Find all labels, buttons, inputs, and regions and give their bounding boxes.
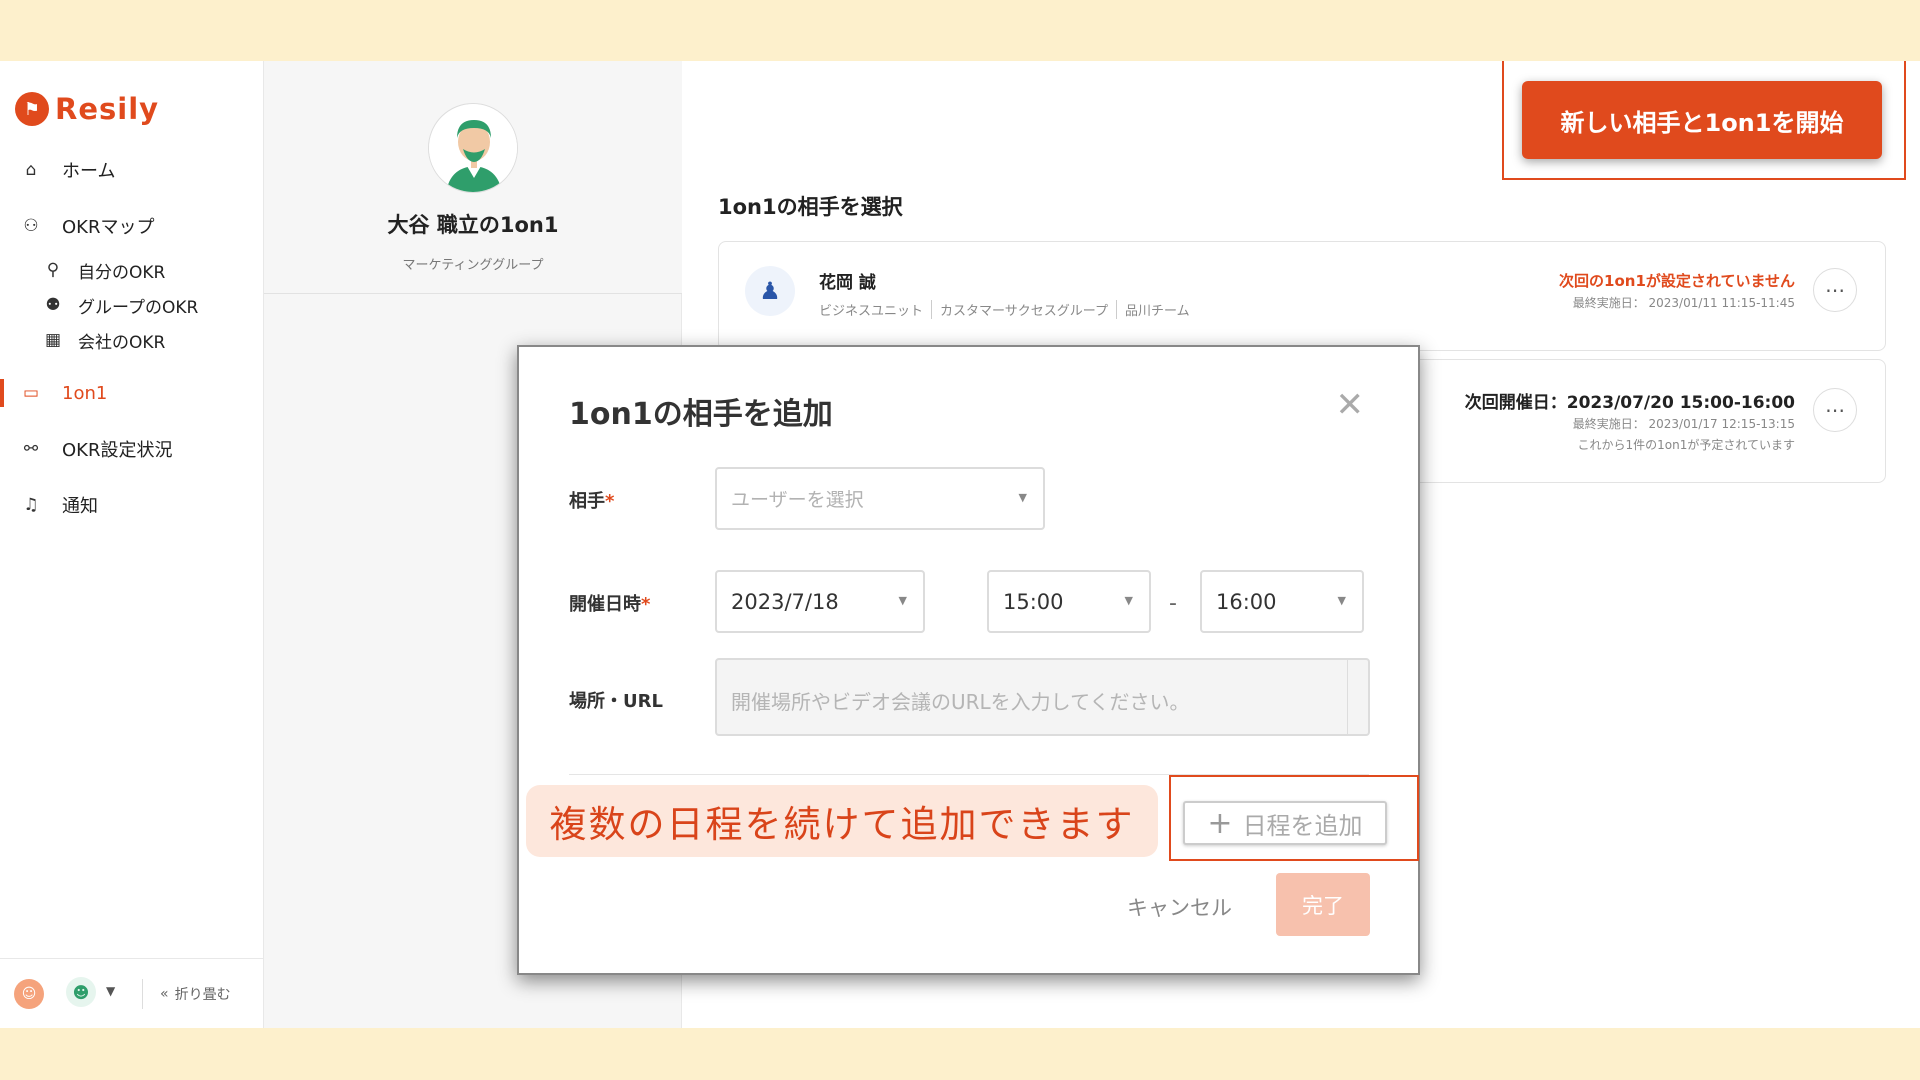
datetime-label: 開催日時* — [569, 590, 650, 616]
flag-icon: ⚑ — [15, 92, 49, 126]
sidebar-footer: ☺ ☻ ▼ « 折り畳む — [0, 958, 263, 1028]
sidebar-item-label: グループのOKR — [78, 297, 199, 318]
time-separator: - — [1169, 591, 1177, 616]
sidebar-item-label: OKR設定状況 — [62, 440, 173, 461]
my-okr-icon: ⚲ — [46, 260, 60, 280]
chevron-down-icon: ▼ — [1124, 594, 1133, 607]
add-date-button[interactable]: + 日程を追加 — [1183, 801, 1387, 845]
chevron-down-icon: ▼ — [898, 594, 907, 607]
sidebar: ⚑ Resily ⌂ ホーム ⚇ OKRマップ ⚲ 自分のOKR ⚉ グループの… — [0, 61, 264, 1028]
man-avatar-icon — [429, 104, 517, 192]
partner-label-text: 相手 — [569, 491, 605, 512]
last-date: 最終実施日： 2023/01/17 12:15-13:15 — [1572, 417, 1795, 431]
dialog-title: 1on1の相手を追加 — [569, 397, 833, 432]
place-label: 場所・URL — [569, 691, 663, 712]
date-value: 2023/7/18 — [731, 589, 839, 614]
logo-text: Resily — [55, 92, 160, 126]
profile-title: 大谷 職立の1on1 — [387, 213, 559, 237]
okr-map-icon: ⚇ — [23, 216, 39, 236]
start-time-select[interactable]: 15:00 ▼ — [987, 570, 1151, 633]
person-tags: ビジネスユニット カスタマーサクセスグループ 品川チーム — [819, 300, 1190, 319]
person-card[interactable]: ♟ 花岡 誠 ビジネスユニット カスタマーサクセスグループ 品川チーム 次回の1… — [718, 241, 1886, 351]
person-name: 花岡 誠 — [819, 273, 876, 293]
double-chevron-left-icon: « — [160, 986, 169, 1002]
next-1on1-status: 次回の1on1が設定されていません — [1559, 272, 1795, 290]
building-icon: ▦ — [44, 330, 62, 350]
date-select[interactable]: 2023/7/18 ▼ — [715, 570, 925, 633]
avatar — [428, 103, 518, 193]
tag: カスタマーサクセスグループ — [931, 300, 1108, 319]
sidebar-item-label: 通知 — [62, 496, 98, 517]
sidebar-item-company-okr[interactable]: ▦ 会社のOKR — [0, 323, 263, 357]
partner-select[interactable]: ユーザーを選択 ▼ — [715, 467, 1045, 530]
group-icon: ⚉ — [45, 295, 61, 315]
home-icon: ⌂ — [25, 160, 37, 180]
collapse-button[interactable]: « 折り畳む — [160, 984, 231, 1004]
bell-icon: ♫ — [23, 495, 39, 515]
sidebar-item-notifications[interactable]: ♫ 通知 — [0, 488, 263, 522]
sidebar-item-label: 1on1 — [62, 382, 108, 404]
end-time-value: 16:00 — [1216, 589, 1277, 614]
chat-icon: ▭ — [22, 383, 40, 403]
sidebar-item-label: OKRマップ — [62, 217, 155, 238]
start-time-value: 15:00 — [1003, 589, 1064, 614]
end-time-select[interactable]: 16:00 ▼ — [1200, 570, 1364, 633]
plus-icon: + — [1207, 805, 1233, 841]
datetime-label-text: 開催日時 — [569, 594, 641, 615]
more-icon[interactable]: ⋯ — [1813, 388, 1857, 432]
collapse-label: 折り畳む — [174, 987, 231, 1003]
sidebar-item-okr-status[interactable]: ⚯ OKR設定状況 — [0, 432, 263, 466]
sidebar-item-group-okr[interactable]: ⚉ グループのOKR — [0, 288, 263, 322]
section-title: 1on1の相手を選択 — [718, 195, 903, 219]
user-avatar[interactable]: ☻ — [66, 977, 96, 1007]
add-date-label: 日程を追加 — [1242, 811, 1363, 840]
scrollbar[interactable] — [1347, 660, 1348, 734]
tag: 品川チーム — [1115, 300, 1190, 319]
tag: ビジネスユニット — [819, 304, 924, 319]
cancel-button[interactable]: キャンセル — [1127, 892, 1232, 922]
sidebar-item-okr-map[interactable]: ⚇ OKRマップ — [0, 209, 263, 243]
chevron-down-icon[interactable]: ▼ — [106, 984, 115, 998]
close-icon[interactable]: ✕ — [1336, 385, 1365, 425]
start-new-1on1-button[interactable]: 新しい相手と1on1を開始 — [1522, 81, 1882, 159]
chevron-down-icon: ▼ — [1018, 491, 1027, 504]
sidebar-item-label: ホーム — [62, 161, 116, 182]
place-url-field[interactable]: 開催場所やビデオ会議のURLを入力してください。 — [715, 658, 1370, 736]
profile-group: マーケティンググループ — [402, 258, 544, 273]
logo[interactable]: ⚑ Resily — [15, 91, 159, 127]
sidebar-item-label: 会社のOKR — [78, 332, 166, 353]
partner-label: 相手* — [569, 487, 614, 513]
next-date: 次回開催日：2023/07/20 15:00-16:00 — [1464, 393, 1795, 413]
place-placeholder: 開催場所やビデオ会議のURLを入力してください。 — [731, 690, 1190, 714]
sidebar-item-1on1[interactable]: ▭ 1on1 — [0, 376, 263, 410]
feedback-icon[interactable]: ☺ — [14, 979, 44, 1009]
person-avatar-icon: ♟ — [745, 266, 795, 316]
scheduled-count: これから1件の1on1が予定されています — [1577, 438, 1796, 452]
profile-card: 大谷 職立の1on1 マーケティンググループ — [264, 61, 682, 294]
chevron-down-icon: ▼ — [1337, 594, 1346, 607]
more-icon[interactable]: ⋯ — [1813, 268, 1857, 312]
required-mark: * — [605, 491, 615, 512]
sidebar-item-my-okr[interactable]: ⚲ 自分のOKR — [0, 253, 263, 287]
sidebar-item-label: 自分のOKR — [78, 262, 166, 283]
last-date: 最終実施日： 2023/01/11 11:15-11:45 — [1572, 296, 1795, 310]
annotation-callout: 複数の日程を続けて追加できます — [526, 785, 1158, 857]
divider — [142, 979, 143, 1009]
done-button[interactable]: 完了 — [1276, 873, 1370, 936]
status-icon: ⚯ — [23, 439, 39, 459]
partner-placeholder: ユーザーを選択 — [731, 489, 864, 511]
sidebar-item-home[interactable]: ⌂ ホーム — [0, 153, 263, 187]
required-mark: * — [641, 594, 651, 615]
add-1on1-dialog: 1on1の相手を追加 ✕ 相手* ユーザーを選択 ▼ 開催日時* 2023/7/… — [517, 345, 1420, 975]
